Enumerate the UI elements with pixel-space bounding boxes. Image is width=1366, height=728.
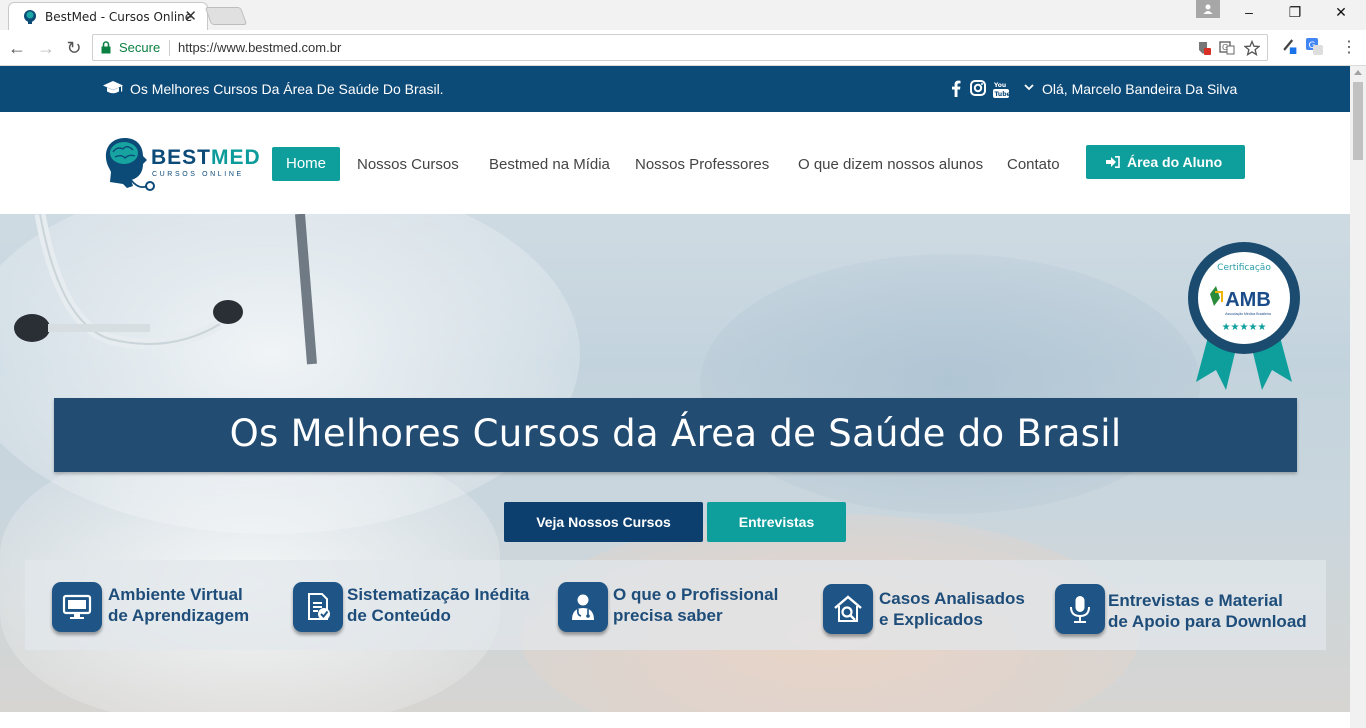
- back-button[interactable]: ←: [6, 37, 28, 59]
- badge-org-text: AMB: [1225, 289, 1271, 311]
- shield-block-icon[interactable]: [1196, 40, 1212, 56]
- area-do-aluno-label: Área do Aluno: [1127, 154, 1223, 170]
- restore-button[interactable]: ❐: [1272, 4, 1318, 24]
- site-topbar: Os Melhores Cursos Da Área De Saúde Do B…: [0, 66, 1350, 112]
- amb-certification-badge: Certificação AMB Associação Médica Brasi…: [1188, 242, 1300, 390]
- youtube-icon[interactable]: You Tube: [993, 80, 1009, 98]
- address-bar[interactable]: Secure https://www.bestmed.com.br G: [92, 34, 1268, 61]
- hero-banner: Os Melhores Cursos da Área de Saúde do B…: [54, 398, 1297, 472]
- house-search-icon: [823, 584, 873, 634]
- logo-subtitle: CURSOS ONLINE: [152, 171, 244, 178]
- svg-text:★★★★★: ★★★★★: [1222, 322, 1267, 333]
- site-tagline: Os Melhores Cursos Da Área De Saúde Do B…: [130, 81, 444, 97]
- feature-5-line-2: de Apoio para Download: [1108, 612, 1307, 631]
- browser-toolbar: ← → ↻ Secure https://www.bestmed.com.br …: [0, 30, 1366, 66]
- bestmed-logo[interactable]: BESTMED CURSOS ONLINE: [103, 136, 263, 192]
- tab-close-icon[interactable]: ✕: [184, 7, 197, 25]
- scrollbar-thumb[interactable]: [1353, 82, 1363, 160]
- nav-nossos-cursos[interactable]: Nossos Cursos: [357, 156, 459, 173]
- forward-button[interactable]: →: [35, 37, 57, 59]
- sign-in-icon: [1106, 156, 1120, 168]
- graduation-cap-icon: [103, 81, 123, 94]
- doctor-icon: [558, 582, 608, 632]
- logo-word-med: MED: [211, 146, 261, 169]
- features-strip: Ambiente Virtual de Aprendizagem Sistemat…: [25, 560, 1326, 650]
- hero-background-shadow: [700, 254, 1200, 514]
- feature-2-line-2: de Conteúdo: [347, 606, 451, 625]
- feature-1-line-2: de Aprendizagem: [108, 606, 250, 625]
- site-header: BESTMED CURSOS ONLINE Home Nossos Cursos…: [0, 112, 1350, 214]
- feature-4-line-1: Casos Analisados: [879, 589, 1025, 608]
- person-icon: [1203, 4, 1213, 14]
- menu-icon[interactable]: ⋮: [1338, 37, 1360, 59]
- star-icon[interactable]: [1244, 40, 1260, 56]
- secure-label: Secure: [119, 40, 161, 55]
- page-bottom-strip: [0, 712, 1350, 728]
- nav-depoimentos[interactable]: O que dizem nossos alunos: [798, 156, 983, 173]
- nav-home[interactable]: Home: [272, 147, 340, 181]
- brain-head-logo-icon: [105, 138, 155, 191]
- nav-contato[interactable]: Contato: [1007, 156, 1060, 173]
- document-check-icon: [293, 582, 343, 632]
- browser-tab[interactable]: BestMed - Cursos Online ✕: [8, 2, 208, 30]
- nav-bestmed-na-midia[interactable]: Bestmed na Mídia: [489, 156, 610, 173]
- hero-headline: Os Melhores Cursos da Área de Saúde do B…: [229, 412, 1122, 455]
- reload-button[interactable]: ↻: [63, 37, 85, 59]
- feature-1-line-1: Ambiente Virtual: [108, 585, 243, 604]
- svg-text:You: You: [993, 82, 1006, 89]
- feature-4-line-2: e Explicados: [879, 610, 983, 629]
- entrevistas-button[interactable]: Entrevistas: [707, 502, 846, 542]
- profile-button[interactable]: [1196, 0, 1220, 18]
- page-scrollbar[interactable]: [1350, 66, 1366, 728]
- feature-3-line-2: precisa saber: [613, 606, 723, 625]
- pen-extension-icon[interactable]: [1280, 36, 1298, 54]
- tab-title: BestMed - Cursos Online: [45, 10, 193, 24]
- microphone-icon: [1055, 584, 1105, 634]
- monitor-icon: [52, 582, 102, 632]
- close-window-button[interactable]: ✕: [1318, 4, 1364, 24]
- facebook-icon[interactable]: [951, 80, 961, 97]
- user-greeting[interactable]: Olá, Marcelo Bandeira Da Silva: [1042, 81, 1237, 97]
- chevron-down-icon[interactable]: [1024, 84, 1034, 91]
- favicon-icon: [24, 10, 36, 24]
- feature-ambiente-virtual: Ambiente Virtual de Aprendizagem: [50, 560, 290, 650]
- stethoscope-image: [14, 214, 317, 365]
- google-translate-extension-icon[interactable]: G: [1306, 38, 1324, 56]
- veja-nossos-cursos-button[interactable]: Veja Nossos Cursos: [504, 502, 703, 542]
- browser-tabbar: BestMed - Cursos Online ✕ – ❐ ✕: [0, 0, 1366, 30]
- svg-text:Tube: Tube: [995, 91, 1010, 98]
- feature-5-line-1: Entrevistas e Material: [1108, 591, 1283, 610]
- feature-casos-analisados: Casos Analisados e Explicados: [823, 560, 1063, 650]
- new-tab-button[interactable]: [204, 7, 248, 25]
- feature-3-line-1: O que o Profissional: [613, 585, 779, 604]
- feature-profissional: O que o Profissional precisa saber: [558, 560, 808, 650]
- translate-icon[interactable]: G: [1219, 40, 1235, 56]
- feature-2-line-1: Sistematização Inédita: [347, 585, 530, 604]
- feature-sistematizacao: Sistematização Inédita de Conteúdo: [291, 560, 541, 650]
- badge-top-text: Certificação: [1217, 263, 1271, 273]
- feature-entrevistas-material: Entrevistas e Material de Apoio para Down…: [1055, 560, 1325, 650]
- instagram-icon[interactable]: [970, 80, 986, 96]
- lock-icon: [101, 41, 111, 54]
- logo-word-best: BEST: [151, 146, 212, 169]
- url-text[interactable]: https://www.bestmed.com.br: [178, 40, 341, 55]
- hero-section: Certificação AMB Associação Médica Brasi…: [0, 214, 1350, 712]
- minimize-button[interactable]: –: [1226, 4, 1272, 24]
- badge-sub-text: Associação Médica Brasileira: [1225, 312, 1271, 316]
- logo-wordmark: BESTMED: [151, 146, 261, 170]
- area-do-aluno-button[interactable]: Área do Aluno: [1086, 145, 1245, 179]
- scroll-up-arrow-icon[interactable]: [1354, 70, 1362, 75]
- divider: [169, 40, 170, 56]
- nav-nossos-professores[interactable]: Nossos Professores: [635, 156, 769, 173]
